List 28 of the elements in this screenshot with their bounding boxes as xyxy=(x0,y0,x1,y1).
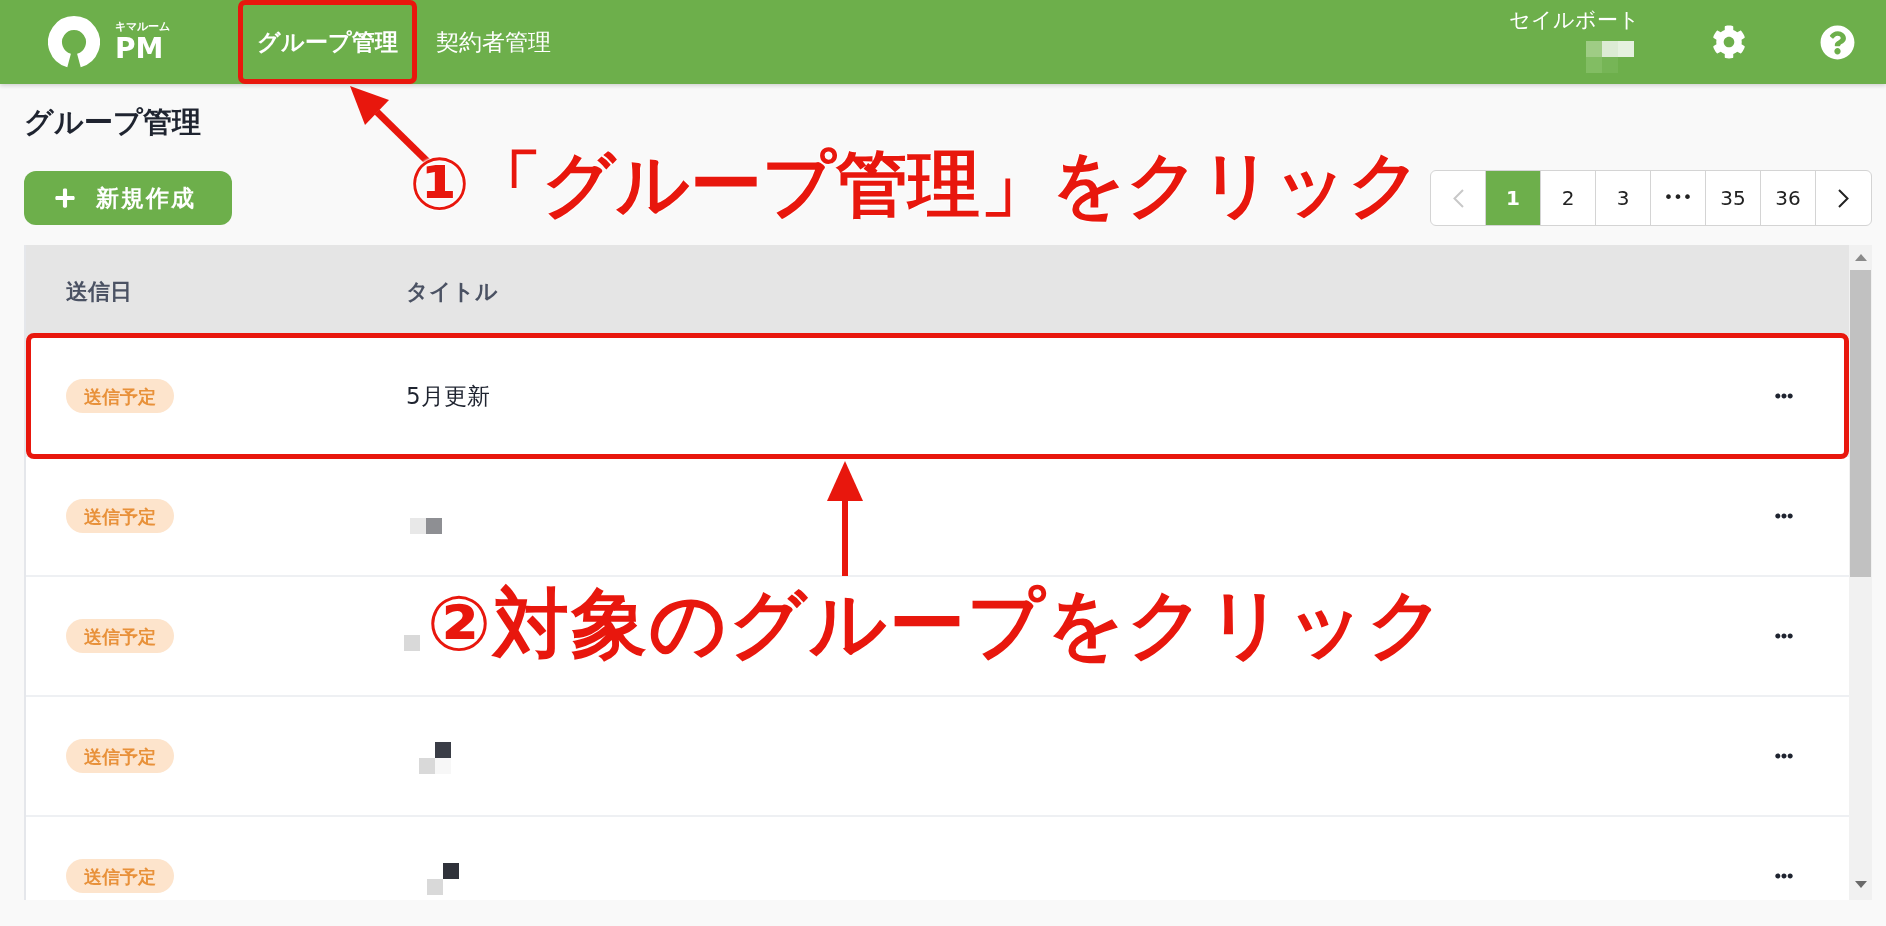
column-header: タイトル xyxy=(406,277,498,306)
scroll-up-icon[interactable] xyxy=(1854,254,1867,261)
ring-logo-icon xyxy=(48,16,100,68)
status-badge: 送信予定 xyxy=(66,379,174,413)
status-badge: 送信予定 xyxy=(66,499,174,533)
settings-icon[interactable] xyxy=(1712,25,1746,59)
logo-caption: キマルーム xyxy=(115,20,170,34)
status-badge: 送信予定 xyxy=(66,739,174,773)
plus-icon xyxy=(54,187,76,209)
nav-tab[interactable]: グループ管理 xyxy=(238,0,417,84)
chevron-left-icon xyxy=(1452,188,1464,208)
account-name[interactable]: セイルボート xyxy=(1509,7,1640,33)
help-icon[interactable] xyxy=(1820,24,1855,60)
page-button[interactable]: 1 xyxy=(1486,171,1541,225)
page-title: グループ管理 xyxy=(24,104,201,140)
logo-text: PM xyxy=(115,34,165,64)
annotation-text: ①「グループ管理」をクリック xyxy=(409,148,1422,220)
nav-tab[interactable]: 契約者管理 xyxy=(417,0,570,84)
status-badge: 送信予定 xyxy=(66,859,174,893)
chevron-right-icon xyxy=(1838,188,1849,208)
row-title: 5月更新 xyxy=(406,381,490,411)
status-badge: 送信予定 xyxy=(66,619,174,653)
column-header: 送信日 xyxy=(65,277,133,306)
scroll-down-icon[interactable] xyxy=(1854,881,1867,888)
annotation-text: ②対象のグループをクリック xyxy=(427,586,1448,662)
scrollbar[interactable] xyxy=(1849,245,1872,900)
scrollbar-thumb[interactable] xyxy=(1850,270,1871,577)
new-button[interactable]: 新規作成 xyxy=(24,171,232,225)
